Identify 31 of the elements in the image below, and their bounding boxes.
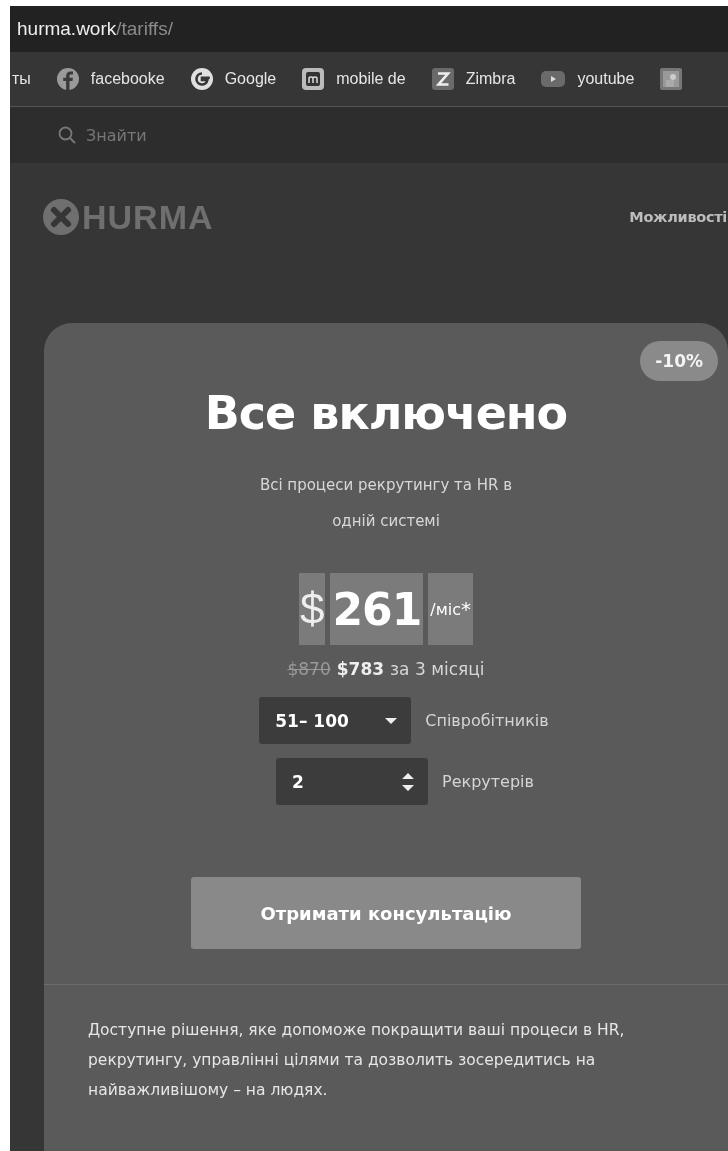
bookmark[interactable]: Zimbra: [431, 68, 516, 90]
plan-subtitle: Всі процеси рекрутингу та HR в одній системі: [258, 475, 514, 532]
mobile-icon: [302, 68, 325, 90]
currency-symbol: $: [298, 573, 326, 645]
employees-label: Співробітників: [425, 711, 549, 730]
address-bar-url[interactable]: hurma.work/tariffs/: [17, 18, 173, 40]
caret-icon: [385, 717, 398, 724]
bookmark[interactable]: facebooke: [56, 68, 165, 90]
consultation-button[interactable]: Отримати консультацію: [191, 877, 581, 949]
recruiters-stepper[interactable]: 2: [276, 758, 428, 805]
logo-icon: [43, 199, 79, 235]
bookmark-folder[interactable]: ты: [12, 70, 31, 88]
old-price: $870: [287, 659, 331, 679]
employees-dropdown[interactable]: 51– 100: [259, 697, 412, 744]
recruiters-label: Рекрутерів: [442, 772, 534, 791]
plan-title: Все включено: [204, 385, 568, 442]
facebook-icon: [56, 68, 79, 90]
stepper-arrows-icon: [402, 771, 414, 792]
price-amount: 261: [330, 573, 424, 645]
bookmark[interactable]: mobile de: [302, 68, 406, 90]
google-icon: [190, 68, 213, 90]
total-price: $783: [336, 659, 385, 679]
play-icon: [541, 68, 566, 90]
nav-link[interactable]: Можливості: [629, 209, 727, 225]
bookmark[interactable]: youtube: [541, 68, 635, 90]
bookmark[interactable]: Google: [190, 68, 277, 90]
zimbra-icon: [431, 68, 454, 90]
discount-badge: -10%: [640, 341, 718, 381]
plan-description: Доступне рішення, яке допоможе покращити ваші процеси в HR, рекрутингу, управлінні цілями та дозволить зосередитись на найважливішому – на людях.: [88, 1020, 626, 1101]
search-icon: [58, 126, 76, 144]
total-note: за 3 місяці: [390, 659, 485, 679]
